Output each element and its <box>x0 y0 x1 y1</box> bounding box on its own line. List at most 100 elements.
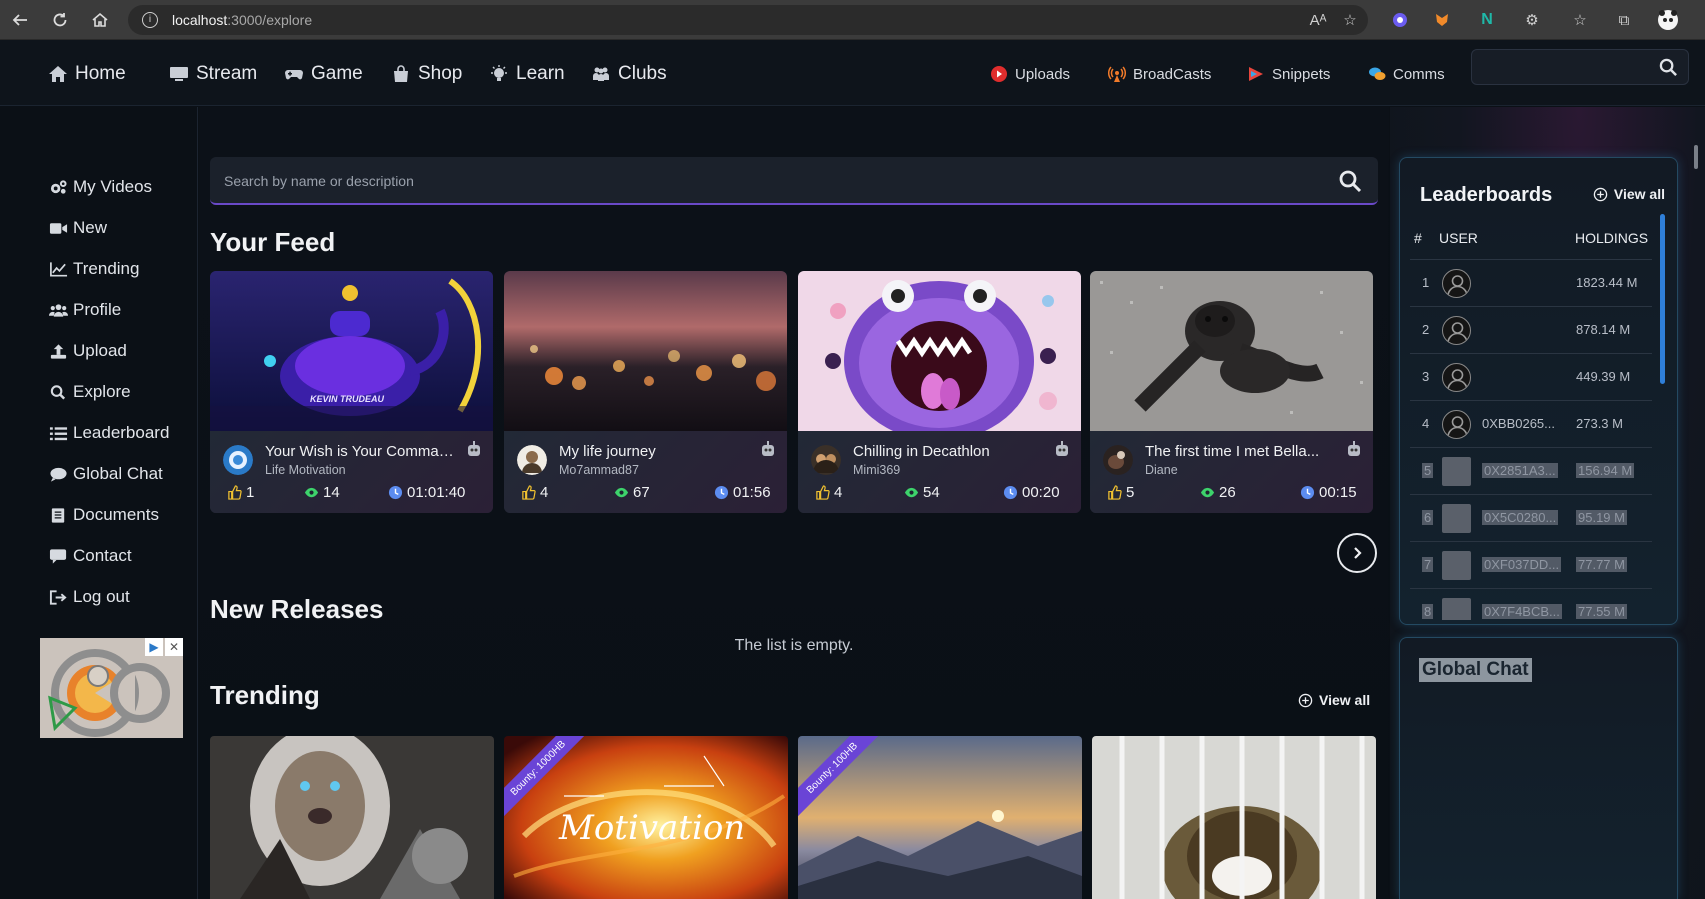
video-author[interactable]: Mo7ammad87 <box>559 463 639 477</box>
leaderboard-row[interactable]: 7 0XF037DD... 77.77 M <box>1410 541 1652 588</box>
avatar[interactable] <box>1442 457 1471 486</box>
video-thumbnail[interactable] <box>210 736 494 899</box>
feed-next-button[interactable] <box>1337 533 1377 573</box>
video-card[interactable]: KEVIN TRUDEAU Your Wish is Your Comman..… <box>210 271 493 513</box>
video-title[interactable]: Chilling in Decathlon <box>853 443 1043 460</box>
video-title[interactable]: Your Wish is Your Comman... <box>265 443 455 460</box>
avatar[interactable] <box>1103 445 1133 475</box>
sidebar-item-documents[interactable]: Documents <box>49 500 159 530</box>
nav-home[interactable]: Home <box>48 54 126 94</box>
video-author[interactable]: Life Motivation <box>265 463 346 477</box>
avatar[interactable] <box>1442 504 1471 533</box>
profile-panda-icon[interactable] <box>1656 8 1680 32</box>
leaderboard-row[interactable]: 5 0X2851A3... 156.94 M <box>1410 447 1652 494</box>
search-input[interactable] <box>224 170 1304 192</box>
read-aloud-icon[interactable]: Aᴬ <box>1306 8 1330 32</box>
reload-icon[interactable] <box>40 0 80 40</box>
user-cell[interactable]: 0X7F4BCB... <box>1482 604 1562 619</box>
sidebar-item-log-out[interactable]: Log out <box>49 582 130 612</box>
user-cell[interactable]: 0XBB0265... <box>1482 416 1555 431</box>
extension-purple-icon[interactable] <box>1388 8 1412 32</box>
avatar[interactable] <box>1442 363 1471 392</box>
leaderboard-row[interactable]: 3 449.39 M <box>1410 353 1652 400</box>
sidebar-item-leaderboard[interactable]: Leaderboard <box>49 418 169 448</box>
avatar[interactable] <box>517 445 547 475</box>
trending-card[interactable] <box>210 736 494 899</box>
address-bar[interactable]: i localhost:3000/explore <box>128 4 1368 35</box>
avatar[interactable] <box>1442 269 1471 298</box>
likes-stat[interactable]: 1 <box>227 484 254 501</box>
sidebar-item-contact[interactable]: Contact <box>49 541 132 571</box>
favorites-icon[interactable]: ☆ <box>1568 8 1592 32</box>
video-card[interactable]: The first time I met Bella... Diane 5 26… <box>1090 271 1373 513</box>
nav-search-input[interactable] <box>1471 49 1689 85</box>
video-thumbnail[interactable] <box>798 271 1081 431</box>
sidebar-item-trending[interactable]: Trending <box>49 254 139 284</box>
sidebar-item-profile[interactable]: Profile <box>49 295 121 325</box>
avatar[interactable] <box>1442 316 1471 345</box>
video-thumbnail[interactable] <box>1092 736 1376 899</box>
ad-choices-icon[interactable]: ▶ <box>145 638 163 656</box>
nav-clubs[interactable]: Clubs <box>591 54 667 94</box>
video-thumbnail[interactable] <box>210 271 493 431</box>
metamask-icon[interactable] <box>1431 8 1455 32</box>
avatar[interactable] <box>811 445 841 475</box>
user-cell[interactable]: 0XF037DD... <box>1482 557 1562 572</box>
user-cell[interactable]: 0X5C0280... <box>1482 510 1559 525</box>
avatar[interactable] <box>1442 598 1471 620</box>
nav-snippets[interactable]: Snippets <box>1247 54 1330 94</box>
back-icon[interactable] <box>0 0 40 40</box>
collections-icon[interactable]: ⧉ <box>1612 8 1636 32</box>
nav-learn[interactable]: Learn <box>489 54 565 94</box>
leaderboard-row[interactable]: 1 1823.44 M <box>1410 259 1652 306</box>
leaderboard-row[interactable]: 6 0X5C0280... 95.19 M <box>1410 494 1652 541</box>
likes-stat[interactable]: 4 <box>815 484 842 501</box>
video-title[interactable]: The first time I met Bella... <box>1145 443 1335 460</box>
leaderboard-row[interactable]: 8 0X7F4BCB... 77.55 M <box>1410 588 1652 620</box>
nav-comms[interactable]: Comms <box>1368 54 1445 94</box>
nav-stream[interactable]: Stream <box>169 54 257 94</box>
extension-n-icon[interactable]: N <box>1475 8 1499 32</box>
trending-card[interactable]: Motivation Bounty: 1000HB <box>504 736 788 899</box>
video-author[interactable]: Mimi369 <box>853 463 900 477</box>
sidebar-item-new[interactable]: New <box>49 213 107 243</box>
sidebar-item-explore[interactable]: Explore <box>49 377 131 407</box>
eye-icon <box>1200 487 1215 498</box>
likes-stat[interactable]: 4 <box>521 484 548 501</box>
sidebar-item-upload[interactable]: Upload <box>49 336 127 366</box>
avatar[interactable] <box>1442 551 1471 580</box>
video-author[interactable]: Diane <box>1145 463 1178 477</box>
leaderboard-row[interactable]: 2 878.14 M <box>1410 306 1652 353</box>
video-card[interactable]: My life journey Mo7ammad87 4 67 01:56 <box>504 271 787 513</box>
sidebar-item-global-chat[interactable]: Global Chat <box>49 459 163 489</box>
leaderboard-view-all[interactable]: View all <box>1593 186 1665 202</box>
explore-search[interactable] <box>210 157 1378 205</box>
info-icon[interactable]: i <box>142 11 158 28</box>
sidebar-item-my-videos[interactable]: My Videos <box>49 172 152 202</box>
search-icon[interactable] <box>1338 169 1362 193</box>
search-icon[interactable] <box>1659 58 1678 77</box>
avatar[interactable] <box>1442 410 1471 439</box>
trending-view-all[interactable]: View all <box>1298 692 1370 708</box>
nav-uploads[interactable]: Uploads <box>990 54 1070 94</box>
leaderboard-scrollbar[interactable] <box>1660 214 1665 384</box>
user-cell[interactable]: 0X2851A3... <box>1482 463 1558 478</box>
avatar[interactable] <box>223 445 253 475</box>
video-thumbnail[interactable] <box>1090 271 1373 431</box>
likes-stat[interactable]: 5 <box>1107 484 1134 501</box>
advertisement[interactable]: ▶ ✕ <box>40 638 183 738</box>
video-title[interactable]: My life journey <box>559 443 749 460</box>
extensions-puzzle-icon[interactable]: ⚙ <box>1520 8 1544 32</box>
trending-card[interactable]: Bounty: 100HB <box>798 736 1082 899</box>
close-icon[interactable]: ✕ <box>165 638 183 656</box>
video-thumbnail[interactable] <box>504 271 787 431</box>
page-scrollbar[interactable] <box>1694 145 1698 169</box>
nav-broadcasts[interactable]: BroadCasts <box>1108 54 1211 94</box>
video-card[interactable]: Chilling in Decathlon Mimi369 4 54 00:20 <box>798 271 1081 513</box>
trending-card[interactable] <box>1092 736 1376 899</box>
nav-shop[interactable]: Shop <box>391 54 462 94</box>
nav-game[interactable]: Game <box>284 54 363 94</box>
leaderboard-row[interactable]: 4 0XBB0265... 273.3 M <box>1410 400 1652 447</box>
home-browser-icon[interactable] <box>80 0 120 40</box>
favorite-add-icon[interactable]: ☆ <box>1338 8 1362 32</box>
